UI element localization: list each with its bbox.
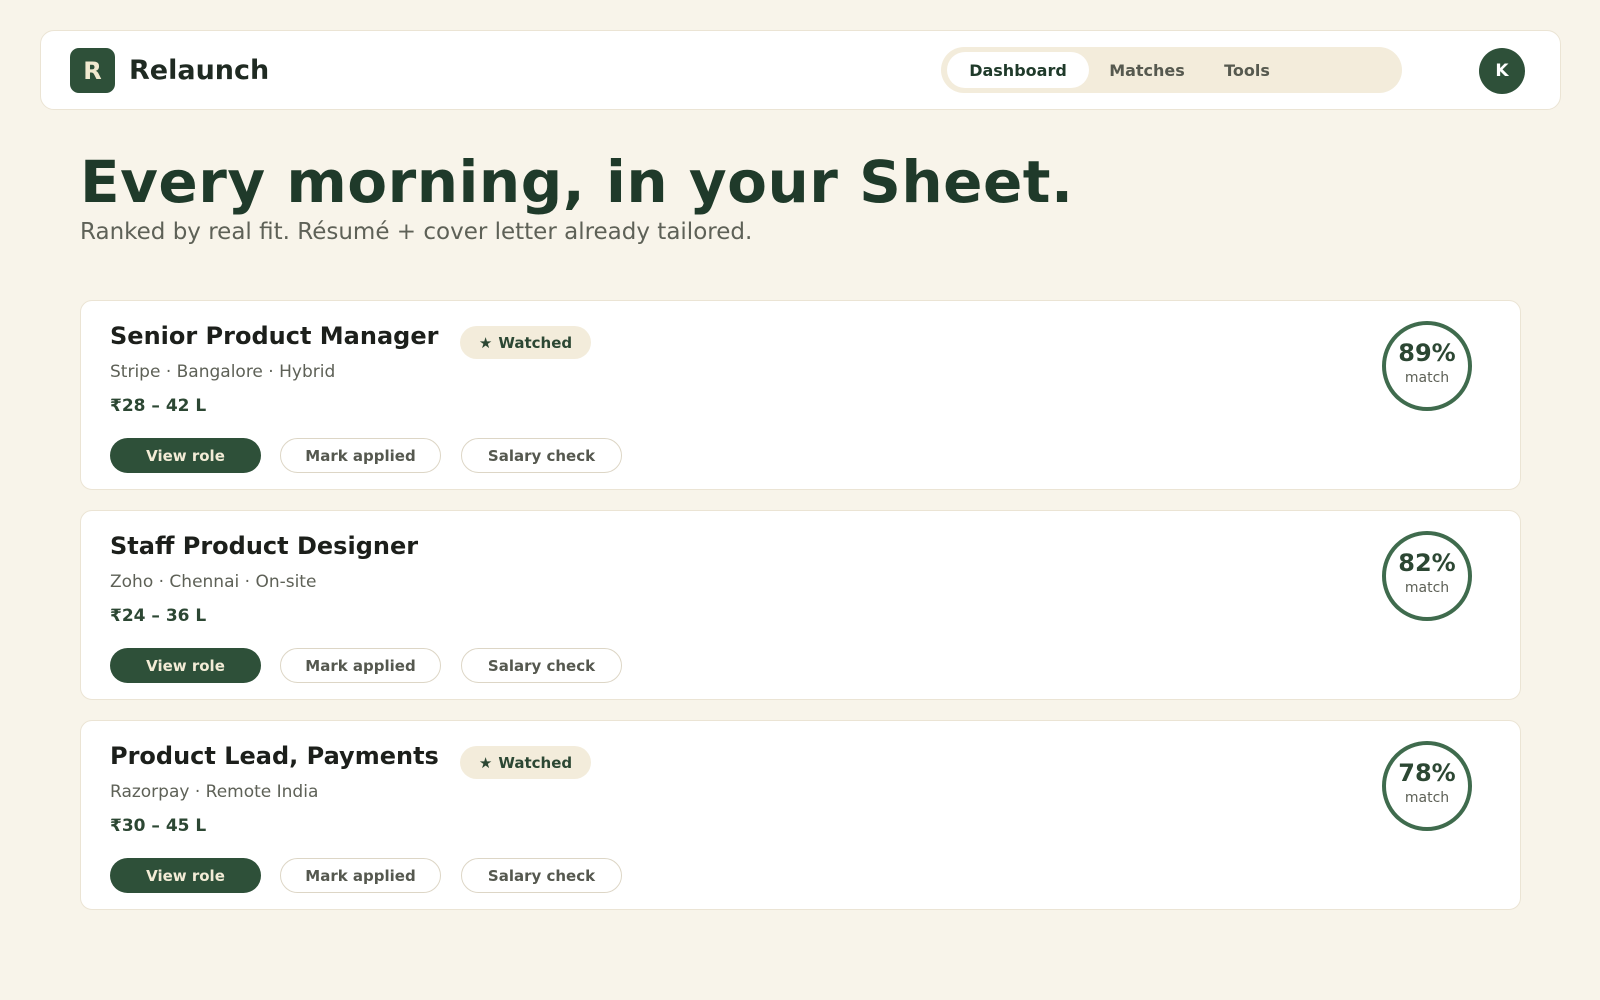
nav-tab-tools[interactable]: Tools bbox=[1205, 52, 1289, 88]
view-role-button[interactable]: View role bbox=[110, 858, 261, 893]
match-percent: 89% bbox=[1398, 338, 1456, 367]
star-icon: ★ bbox=[478, 333, 493, 352]
job-card: Product Lead, Payments ★ Watched Razorpa… bbox=[80, 720, 1521, 910]
mark-applied-button[interactable]: Mark applied bbox=[280, 858, 441, 893]
logo-mark[interactable]: R bbox=[70, 48, 115, 93]
match-score-ring: 89% match bbox=[1381, 320, 1473, 412]
user-avatar[interactable]: K bbox=[1479, 48, 1525, 94]
view-role-button[interactable]: View role bbox=[110, 648, 261, 683]
salary-check-button[interactable]: Salary check bbox=[461, 648, 622, 683]
star-icon: ★ bbox=[478, 753, 493, 772]
nav-tab-matches[interactable]: Matches bbox=[1091, 52, 1203, 88]
nav-tab-dashboard[interactable]: Dashboard bbox=[947, 52, 1089, 88]
top-navigation-bar: R Relaunch Dashboard Matches Tools K bbox=[40, 30, 1561, 110]
job-title[interactable]: Product Lead, Payments bbox=[110, 742, 439, 770]
match-label: match bbox=[1404, 580, 1450, 597]
job-meta: Zoho · Chennai · On-site bbox=[110, 572, 317, 592]
job-card: Senior Product Manager ★ Watched Stripe … bbox=[80, 300, 1521, 490]
watched-badge: ★ Watched bbox=[460, 746, 591, 779]
watched-label: Watched bbox=[498, 333, 573, 352]
watched-badge: ★ Watched bbox=[460, 326, 591, 359]
mark-applied-button[interactable]: Mark applied bbox=[280, 648, 441, 683]
job-salary: ₹24 – 36 L bbox=[110, 606, 207, 626]
salary-check-button[interactable]: Salary check bbox=[461, 858, 622, 893]
match-label: match bbox=[1404, 790, 1450, 807]
job-card: Staff Product Designer Zoho · Chennai · … bbox=[80, 510, 1521, 700]
job-salary: ₹28 – 42 L bbox=[110, 396, 207, 416]
job-salary: ₹30 – 45 L bbox=[110, 816, 207, 836]
job-title[interactable]: Staff Product Designer bbox=[110, 532, 418, 560]
salary-check-button[interactable]: Salary check bbox=[461, 438, 622, 473]
mark-applied-button[interactable]: Mark applied bbox=[280, 438, 441, 473]
job-meta: Stripe · Bangalore · Hybrid bbox=[110, 362, 336, 382]
watched-label: Watched bbox=[498, 753, 573, 772]
main-nav: Dashboard Matches Tools bbox=[941, 47, 1402, 93]
match-percent: 78% bbox=[1398, 758, 1456, 787]
page-subtitle: Ranked by real fit. Résumé + cover lette… bbox=[80, 219, 753, 245]
brand-name[interactable]: Relaunch bbox=[129, 55, 269, 86]
match-score-ring: 82% match bbox=[1381, 530, 1473, 622]
job-meta: Razorpay · Remote India bbox=[110, 782, 319, 802]
match-label: match bbox=[1404, 370, 1450, 387]
page-title: Every morning, in your Sheet. bbox=[80, 148, 1074, 216]
match-score-ring: 78% match bbox=[1381, 740, 1473, 832]
job-title[interactable]: Senior Product Manager bbox=[110, 322, 438, 350]
match-percent: 82% bbox=[1398, 548, 1456, 577]
view-role-button[interactable]: View role bbox=[110, 438, 261, 473]
